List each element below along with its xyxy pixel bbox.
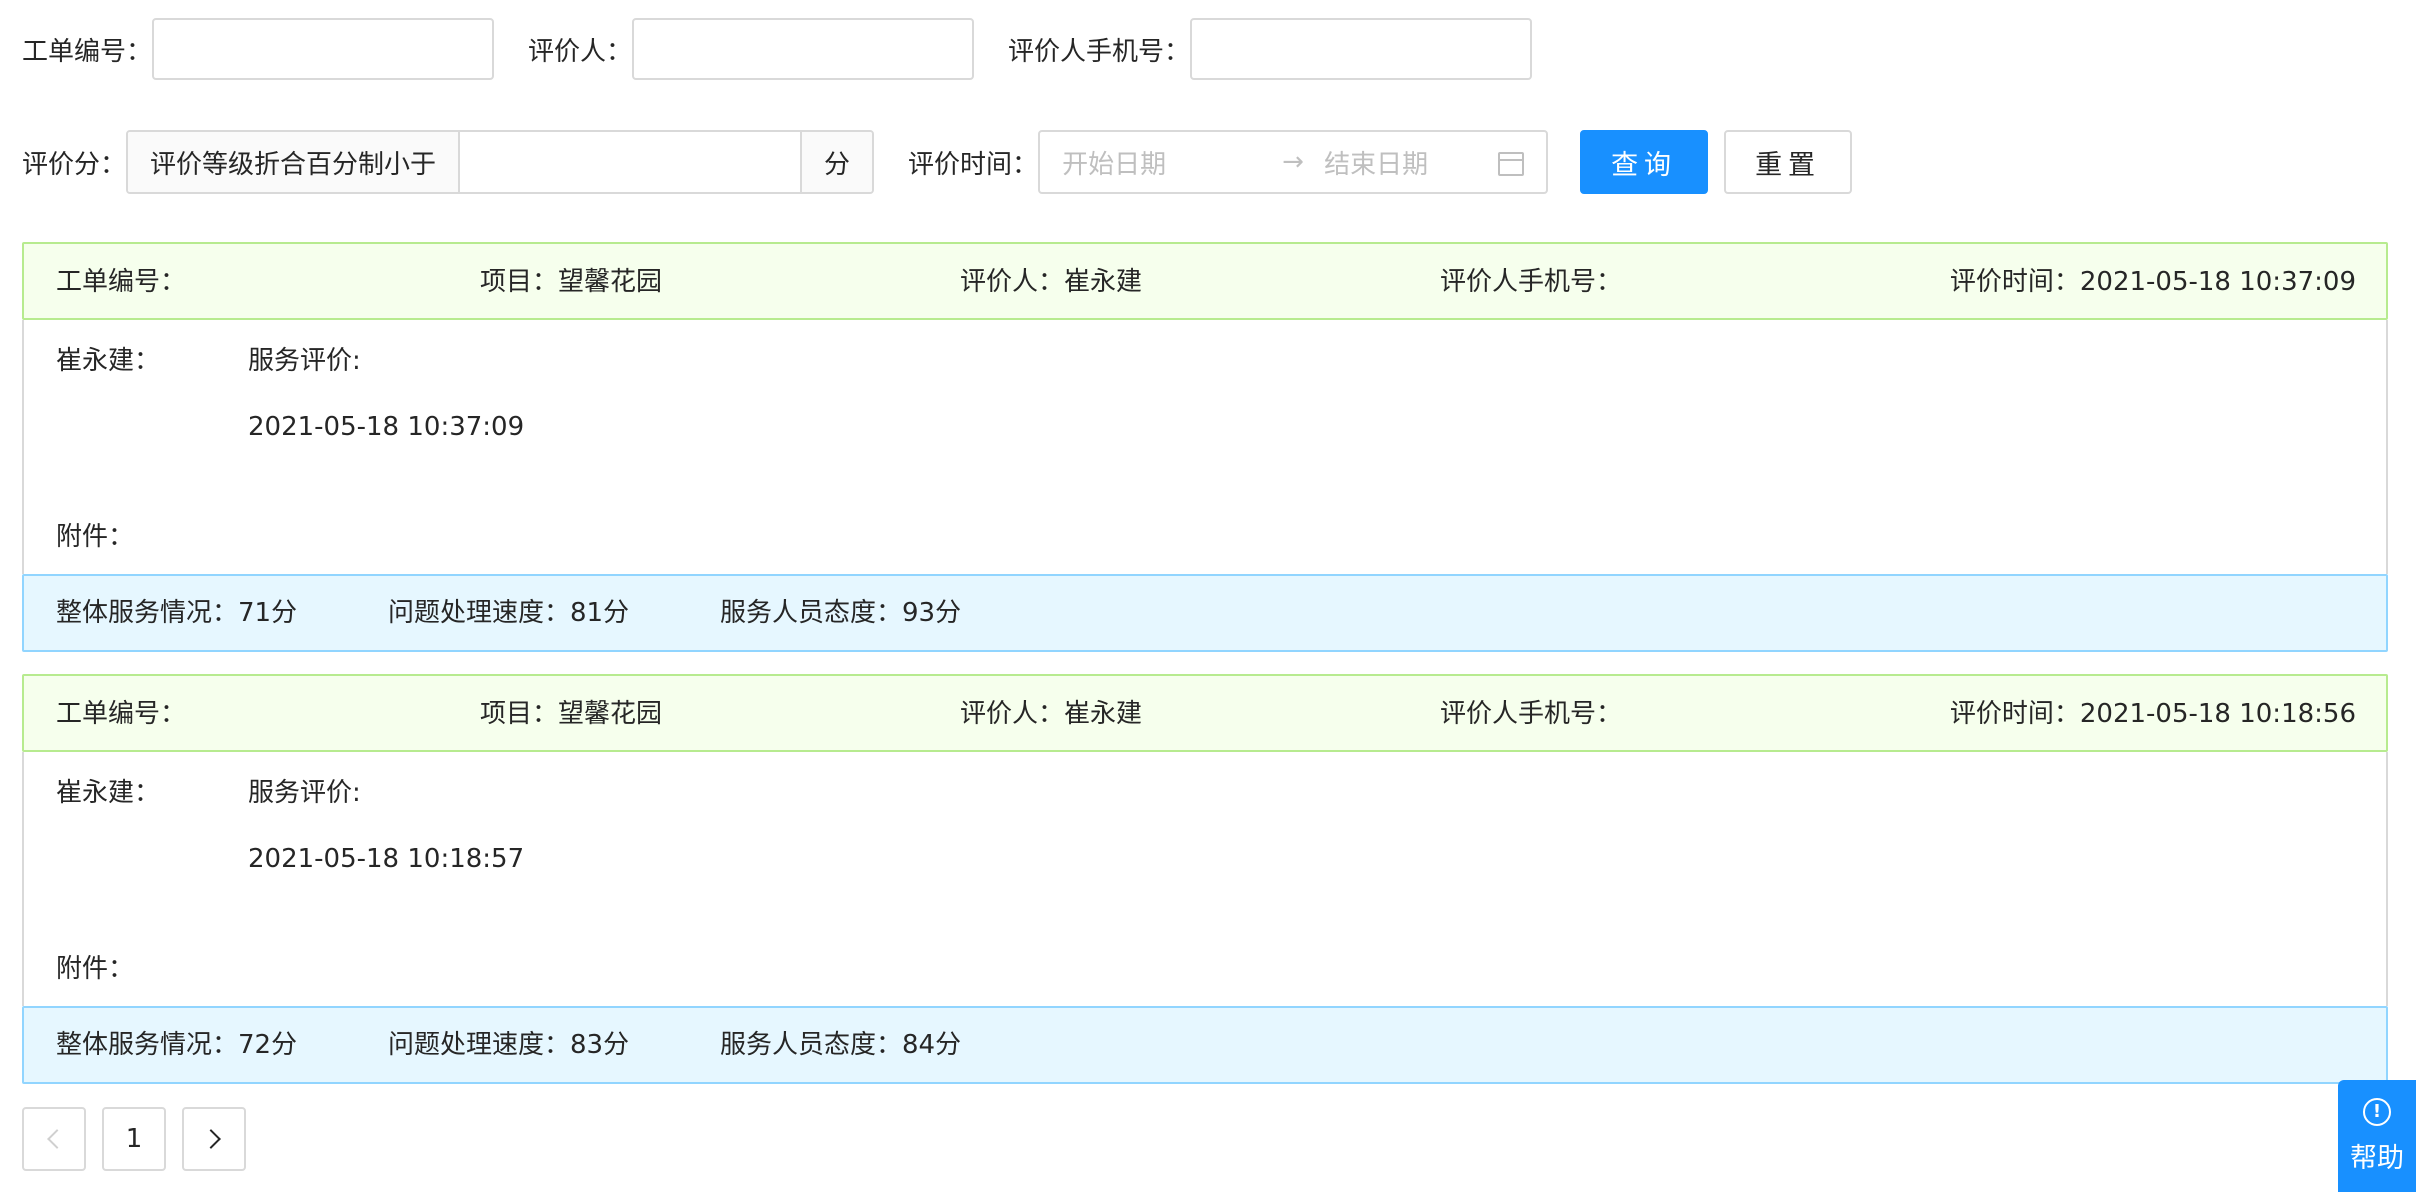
review-timestamp: 2021-05-18 10:18:57 [248, 844, 525, 874]
prev-page-button[interactable] [22, 1107, 86, 1171]
processing-speed-value: 81分 [570, 598, 630, 628]
eval-time-field: 评价时间：2021-05-18 10:37:09 [1950, 244, 2356, 320]
filter-row-1: 工单编号： 评价人： 评价人手机号： [22, 18, 1533, 80]
page-number-button[interactable]: 1 [102, 1107, 166, 1171]
evaluator-value: 崔永建 [1064, 699, 1143, 729]
evaluator-label: 评价人： [528, 36, 633, 67]
review-card: 工单编号： 项目：望馨花园 评价人：崔永建 评价人手机号： 评价时间：2021-… [22, 674, 2388, 1084]
staff-attitude-label: 服务人员态度： [720, 1030, 903, 1060]
attachment-label: 附件： [56, 522, 135, 552]
order-no-label: 工单编号： [56, 699, 187, 729]
chevron-right-icon [201, 1129, 221, 1149]
staff-attitude-score: 服务人员态度：84分 [720, 1008, 961, 1082]
eval-time-label: 评价时间： [1949, 267, 2080, 297]
review-timestamp: 2021-05-18 10:37:09 [248, 412, 525, 442]
chevron-left-icon [47, 1129, 67, 1149]
review-card-header: 工单编号： 项目：望馨花园 评价人：崔永建 评价人手机号： 评价时间：2021-… [22, 674, 2388, 752]
calendar-icon[interactable] [1498, 152, 1525, 176]
service-review-label: 服务评价: [248, 346, 361, 376]
end-date-input[interactable]: 结束日期 [1324, 144, 1524, 181]
overall-service-label: 整体服务情况： [56, 598, 239, 628]
overall-service-label: 整体服务情况： [56, 1030, 239, 1060]
review-card-footer: 整体服务情况：72分 问题处理速度：83分 服务人员态度：84分 [22, 1006, 2388, 1084]
evaluator-input[interactable] [632, 18, 975, 80]
evaluator-phone-field: 评价人手机号： [1440, 676, 1622, 752]
help-button[interactable]: ! 帮助 [2338, 1080, 2416, 1192]
evaluator-phone-input[interactable] [1190, 18, 1533, 80]
processing-speed-score: 问题处理速度：81分 [388, 576, 629, 650]
evaluator-label: 评价人： [960, 267, 1065, 297]
evaluator-value: 崔永建 [1064, 267, 1143, 297]
project-label: 项目： [480, 699, 559, 729]
review-card-body: 崔永建： 服务评价: 2021-05-18 10:37:09 附件： [22, 320, 2388, 574]
eval-time-value: 2021-05-18 10:37:09 [2079, 267, 2356, 297]
processing-speed-score: 问题处理速度：83分 [388, 1008, 629, 1082]
project-field: 项目：望馨花园 [480, 244, 662, 320]
overall-service-score: 整体服务情况：71分 [56, 576, 297, 650]
processing-speed-value: 83分 [570, 1030, 630, 1060]
staff-attitude-value: 84分 [902, 1030, 962, 1060]
attachment-label: 附件： [56, 954, 135, 984]
processing-speed-label: 问题处理速度： [388, 598, 571, 628]
eval-time-value: 2021-05-18 10:18:56 [2079, 699, 2356, 729]
service-review-label: 服务评价: [248, 778, 361, 808]
overall-service-value: 71分 [238, 598, 298, 628]
review-card-body: 崔永建： 服务评价: 2021-05-18 10:18:57 附件： [22, 752, 2388, 1006]
evaluator-phone-label: 评价人手机号： [1440, 267, 1623, 297]
project-field: 项目：望馨花园 [480, 676, 662, 752]
reviewer-name: 崔永建： [56, 346, 161, 376]
help-label: 帮助 [2350, 1142, 2404, 1174]
score-label: 评价分： [22, 149, 127, 180]
exclamation-circle-icon: ! [2363, 1097, 2391, 1126]
staff-attitude-label: 服务人员态度： [720, 598, 903, 628]
query-button[interactable]: 查询 [1580, 130, 1709, 194]
pagination: 1 [22, 1107, 262, 1171]
order-no-field: 工单编号： [56, 676, 186, 752]
staff-attitude-value: 93分 [902, 598, 962, 628]
review-card-header: 工单编号： 项目：望馨花园 评价人：崔永建 评价人手机号： 评价时间：2021-… [22, 242, 2388, 320]
reset-button[interactable]: 重置 [1724, 130, 1853, 194]
order-no-label: 工单编号： [56, 267, 187, 297]
date-range-picker[interactable]: 开始日期 → 结束日期 [1038, 130, 1549, 194]
project-label: 项目： [480, 267, 559, 297]
score-input[interactable] [460, 132, 801, 192]
project-value: 望馨花园 [558, 267, 663, 297]
review-card: 工单编号： 项目：望馨花园 评价人：崔永建 评价人手机号： 评价时间：2021-… [22, 242, 2388, 652]
evaluator-phone-label: 评价人手机号： [1440, 699, 1623, 729]
order-no-field: 工单编号： [56, 244, 186, 320]
score-input-group: 评价等级折合百分制小于 分 [126, 130, 875, 194]
review-card-footer: 整体服务情况：71分 问题处理速度：81分 服务人员态度：93分 [22, 574, 2388, 652]
evaluator-field: 评价人：崔永建 [960, 244, 1142, 320]
processing-speed-label: 问题处理速度： [388, 1030, 571, 1060]
evaluator-phone-label: 评价人手机号： [1008, 36, 1191, 67]
score-prefix: 评价等级折合百分制小于 [128, 132, 461, 192]
overall-service-score: 整体服务情况：72分 [56, 1008, 297, 1082]
evaluator-phone-field: 评价人手机号： [1440, 244, 1622, 320]
eval-time-label: 评价时间： [908, 149, 1039, 180]
order-no-label: 工单编号： [22, 36, 153, 67]
project-value: 望馨花园 [558, 699, 663, 729]
reviewer-name: 崔永建： [56, 778, 161, 808]
eval-time-field: 评价时间：2021-05-18 10:18:56 [1950, 676, 2356, 752]
evaluator-label: 评价人： [960, 699, 1065, 729]
staff-attitude-score: 服务人员态度：93分 [720, 576, 961, 650]
score-suffix: 分 [800, 132, 873, 192]
order-no-input[interactable] [152, 18, 495, 80]
range-arrow-icon: → [1282, 147, 1304, 177]
filter-row-2: 评价分： 评价等级折合百分制小于 分 评价时间： 开始日期 → 结束日期 查询 … [22, 130, 1853, 194]
eval-time-label: 评价时间： [1949, 699, 2080, 729]
evaluator-field: 评价人：崔永建 [960, 676, 1142, 752]
next-page-button[interactable] [182, 1107, 246, 1171]
start-date-input[interactable]: 开始日期 [1062, 144, 1262, 181]
overall-service-value: 72分 [238, 1030, 298, 1060]
